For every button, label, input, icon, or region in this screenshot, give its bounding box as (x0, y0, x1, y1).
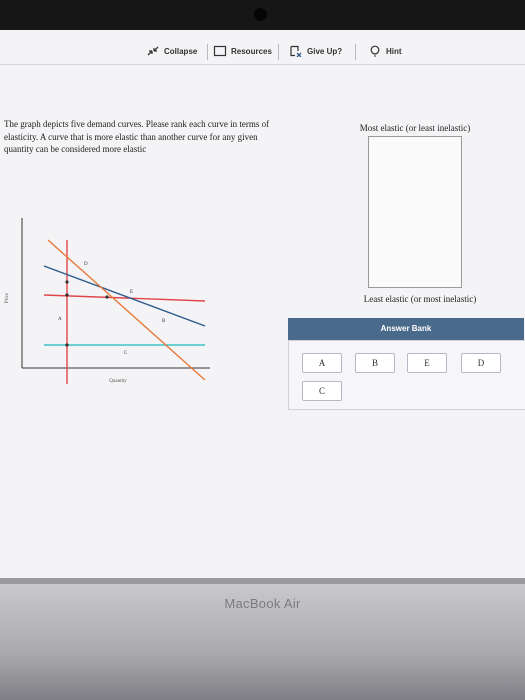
screen: Collapse Resources Give Up? Hint The gra… (0, 30, 525, 578)
intersection-point (65, 280, 69, 284)
ranking-drop-zone[interactable] (368, 136, 462, 288)
toolbar-divider (207, 44, 208, 60)
toolbar-divider (355, 44, 356, 60)
toolbar: Collapse Resources Give Up? Hint (0, 36, 525, 65)
ranking-bottom-label: Least elastic (or most inelastic) (363, 294, 477, 304)
answer-chip-c[interactable]: C (302, 381, 342, 401)
answer-chip-b[interactable]: B (355, 353, 395, 373)
intersection-point (105, 295, 109, 299)
curve-label-e: E (130, 290, 133, 295)
answer-chip-d[interactable]: D (461, 353, 501, 373)
give-up-icon (290, 45, 302, 57)
curve-label-d: D (84, 262, 88, 267)
intersection-point (65, 343, 69, 347)
answer-chip-a[interactable]: A (302, 353, 342, 373)
answer-chip-e[interactable]: E (407, 353, 447, 373)
answer-bank-header: Answer Bank (288, 318, 524, 340)
demand-curves-graph: Price Quantity D E A B C (5, 218, 210, 384)
collapse-button[interactable]: Collapse (146, 45, 197, 57)
brand-label: MacBook Air (224, 596, 301, 611)
toolbar-divider (278, 44, 279, 60)
webcam (254, 8, 267, 21)
resources-label: Resources (231, 46, 272, 56)
curve-label-b: B (162, 319, 166, 324)
question-text: The graph depicts five demand curves. Pl… (4, 119, 270, 154)
give-up-label: Give Up? (307, 46, 343, 56)
collapse-icon (147, 46, 159, 56)
give-up-button[interactable]: Give Up? (289, 45, 342, 57)
hint-label: Hint (386, 46, 402, 56)
intersection-point (65, 293, 69, 297)
curve-d-line (47, 239, 206, 381)
ranking-top-label: Most elastic (or least inelastic) (359, 123, 471, 133)
collapse-label: Collapse (164, 46, 198, 56)
curve-label-c: C (124, 351, 128, 356)
book-icon (213, 45, 227, 57)
y-axis-label: Price (5, 292, 10, 303)
lightbulb-icon (370, 45, 380, 57)
x-axis-label: Quantity (109, 379, 127, 384)
hint-button[interactable]: Hint (368, 45, 402, 57)
answer-bank: A B E D C (288, 340, 525, 410)
resources-button[interactable]: Resources (213, 45, 272, 57)
curve-label-a: A (58, 317, 62, 322)
